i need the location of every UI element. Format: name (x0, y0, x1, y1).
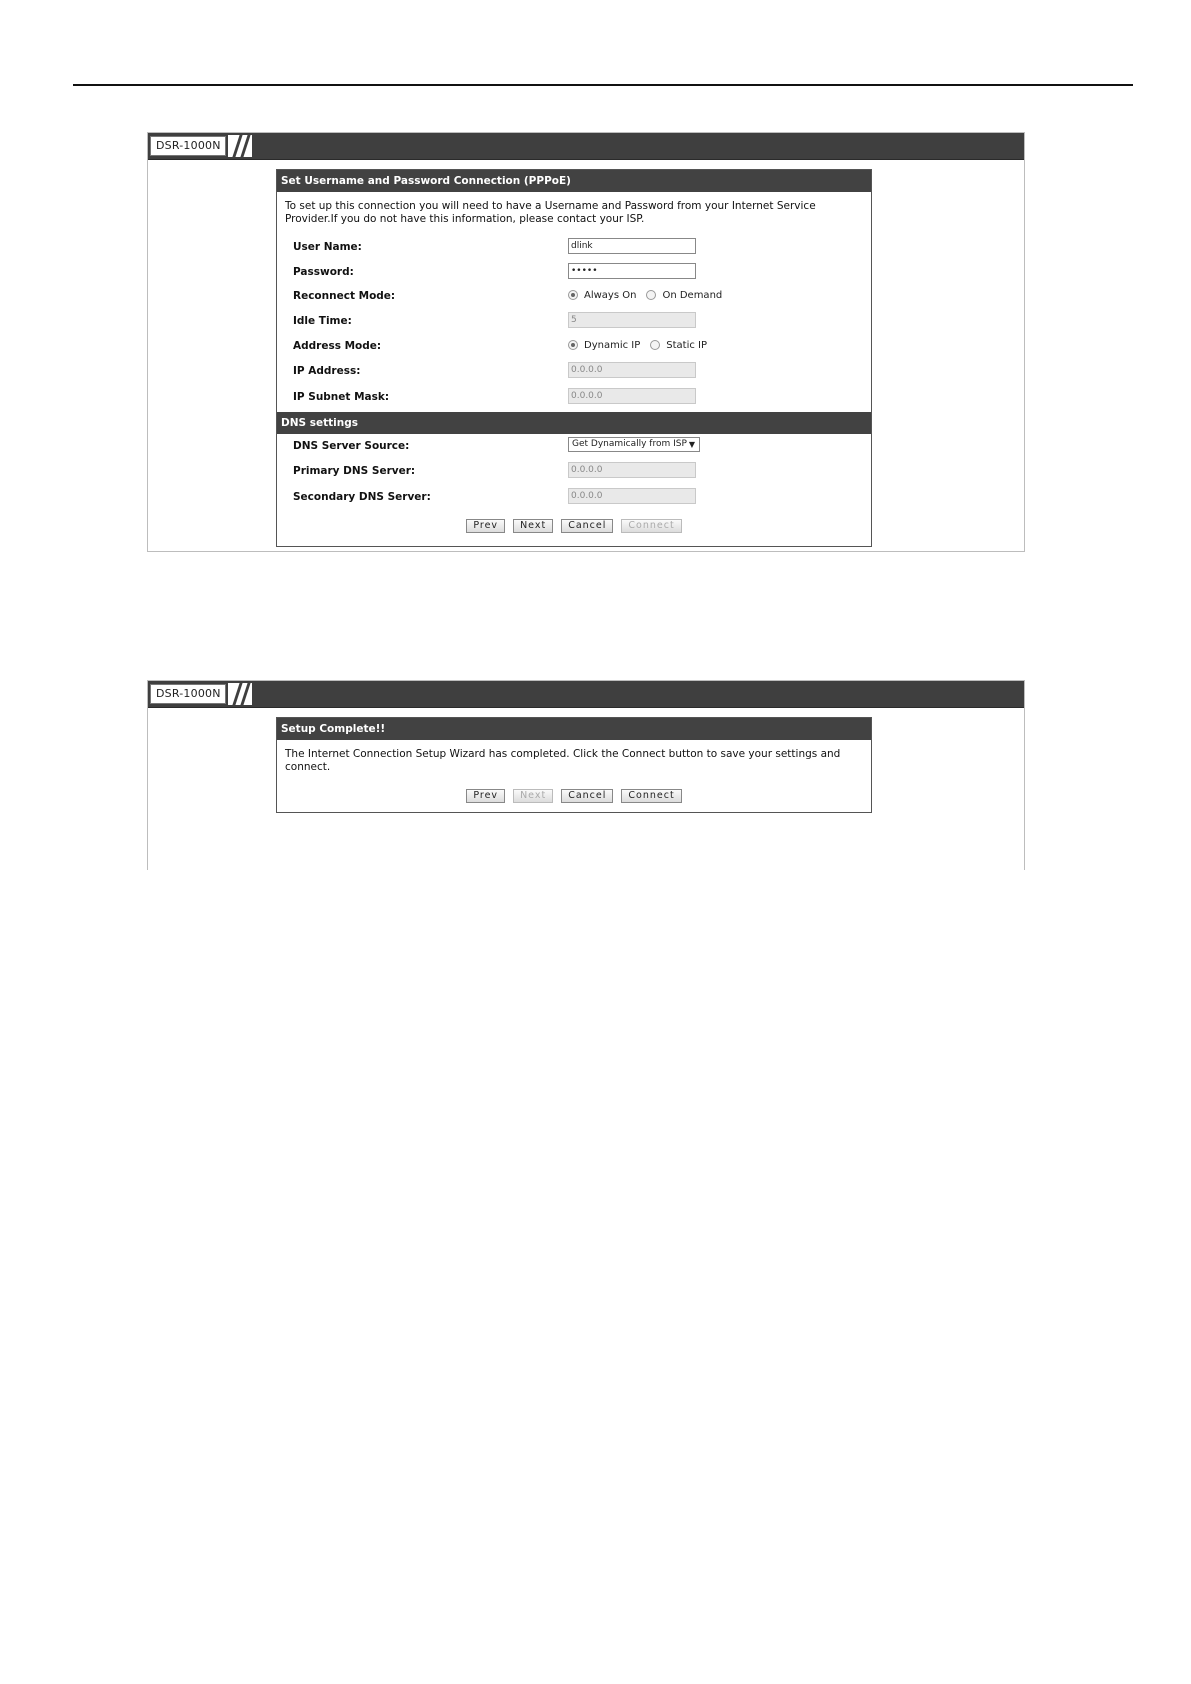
ip-subnet-mask-input[interactable]: 0.0.0.0 (568, 388, 696, 404)
primary-dns-input[interactable]: 0.0.0.0 (568, 462, 696, 478)
reconnect-mode-radio-group: Always On On Demand (568, 287, 732, 303)
router-top-bar: DSR-1000N (148, 133, 1024, 160)
ip-subnet-mask-row: IP Subnet Mask: 0.0.0.0 (293, 388, 871, 408)
connect-button[interactable]: Connect (621, 519, 682, 533)
dns-server-source-row: DNS Server Source: Get Dynamically from … (293, 437, 871, 457)
panel-description: To set up this connection you will need … (285, 200, 816, 225)
dropdown-arrow-icon: ▼ (688, 440, 695, 449)
device-name-logo: DSR-1000N (150, 136, 226, 156)
panel-title: Set Username and Password Connection (PP… (277, 170, 871, 192)
dns-server-source-value: Get Dynamically from ISP (572, 439, 687, 449)
primary-dns-label: Primary DNS Server: (293, 465, 416, 477)
ip-address-label: IP Address: (293, 365, 361, 377)
dns-server-source-select[interactable]: Get Dynamically from ISP ▼ (568, 437, 700, 452)
wizard-button-bar: Prev Next Cancel Connect (277, 519, 871, 535)
connect-button[interactable]: Connect (621, 789, 682, 803)
wizard-button-bar: Prev Next Cancel Connect (277, 789, 871, 805)
secondary-dns-label: Secondary DNS Server: (293, 491, 431, 503)
user-name-label: User Name: (293, 241, 362, 253)
next-button[interactable]: Next (513, 789, 554, 803)
static-ip-label: Static IP (666, 339, 708, 351)
address-mode-radio-group: Dynamic IP Static IP (568, 337, 717, 353)
reconnect-mode-label: Reconnect Mode: (293, 290, 396, 302)
cancel-button[interactable]: Cancel (561, 789, 614, 803)
always-on-radio[interactable] (568, 290, 578, 300)
static-ip-radio[interactable] (650, 340, 661, 350)
slash-decoration-icon (228, 134, 252, 158)
address-mode-label: Address Mode: (293, 340, 382, 352)
idle-time-input[interactable]: 5 (568, 312, 696, 328)
next-button[interactable]: Next (513, 519, 554, 533)
slash-decoration-icon (228, 682, 252, 706)
setup-complete-panel: Setup Complete!! The Internet Connection… (276, 717, 872, 813)
setup-complete-screenshot: DSR-1000N Setup Complete!! The Internet … (147, 680, 1025, 870)
pppoe-screenshot: DSR-1000N Set Username and Password Conn… (147, 132, 1025, 552)
secondary-dns-input[interactable]: 0.0.0.0 (568, 488, 696, 504)
panel-title: Setup Complete!! (277, 718, 871, 740)
on-demand-radio[interactable] (646, 290, 657, 300)
dynamic-ip-radio[interactable] (568, 340, 578, 350)
dns-server-source-label: DNS Server Source: (293, 440, 410, 452)
page-header-rule (73, 84, 1133, 86)
dynamic-ip-label: Dynamic IP (584, 339, 641, 351)
ip-address-row: IP Address: 0.0.0.0 (293, 362, 871, 382)
device-name-logo: DSR-1000N (150, 684, 226, 704)
router-top-bar: DSR-1000N (148, 681, 1024, 708)
panel-description: The Internet Connection Setup Wizard has… (285, 748, 841, 773)
on-demand-label: On Demand (662, 289, 723, 301)
password-row: Password: ••••• (293, 263, 871, 283)
primary-dns-row: Primary DNS Server: 0.0.0.0 (293, 462, 871, 482)
user-name-row: User Name: dlink (293, 238, 871, 258)
ip-subnet-mask-label: IP Subnet Mask: (293, 391, 390, 403)
dns-settings-header: DNS settings (277, 412, 871, 434)
prev-button[interactable]: Prev (466, 789, 506, 803)
always-on-label: Always On (584, 289, 637, 301)
pppoe-panel: Set Username and Password Connection (PP… (276, 169, 872, 547)
reconnect-mode-row: Reconnect Mode: Always On On Demand (293, 287, 871, 307)
address-mode-row: Address Mode: Dynamic IP Static IP (293, 337, 871, 357)
cancel-button[interactable]: Cancel (561, 519, 614, 533)
idle-time-label: Idle Time: (293, 315, 352, 327)
secondary-dns-row: Secondary DNS Server: 0.0.0.0 (293, 488, 871, 508)
ip-address-input[interactable]: 0.0.0.0 (568, 362, 696, 378)
prev-button[interactable]: Prev (466, 519, 506, 533)
password-input[interactable]: ••••• (568, 263, 696, 279)
idle-time-row: Idle Time: 5 (293, 312, 871, 332)
password-label: Password: (293, 266, 354, 278)
user-name-input[interactable]: dlink (568, 238, 696, 254)
